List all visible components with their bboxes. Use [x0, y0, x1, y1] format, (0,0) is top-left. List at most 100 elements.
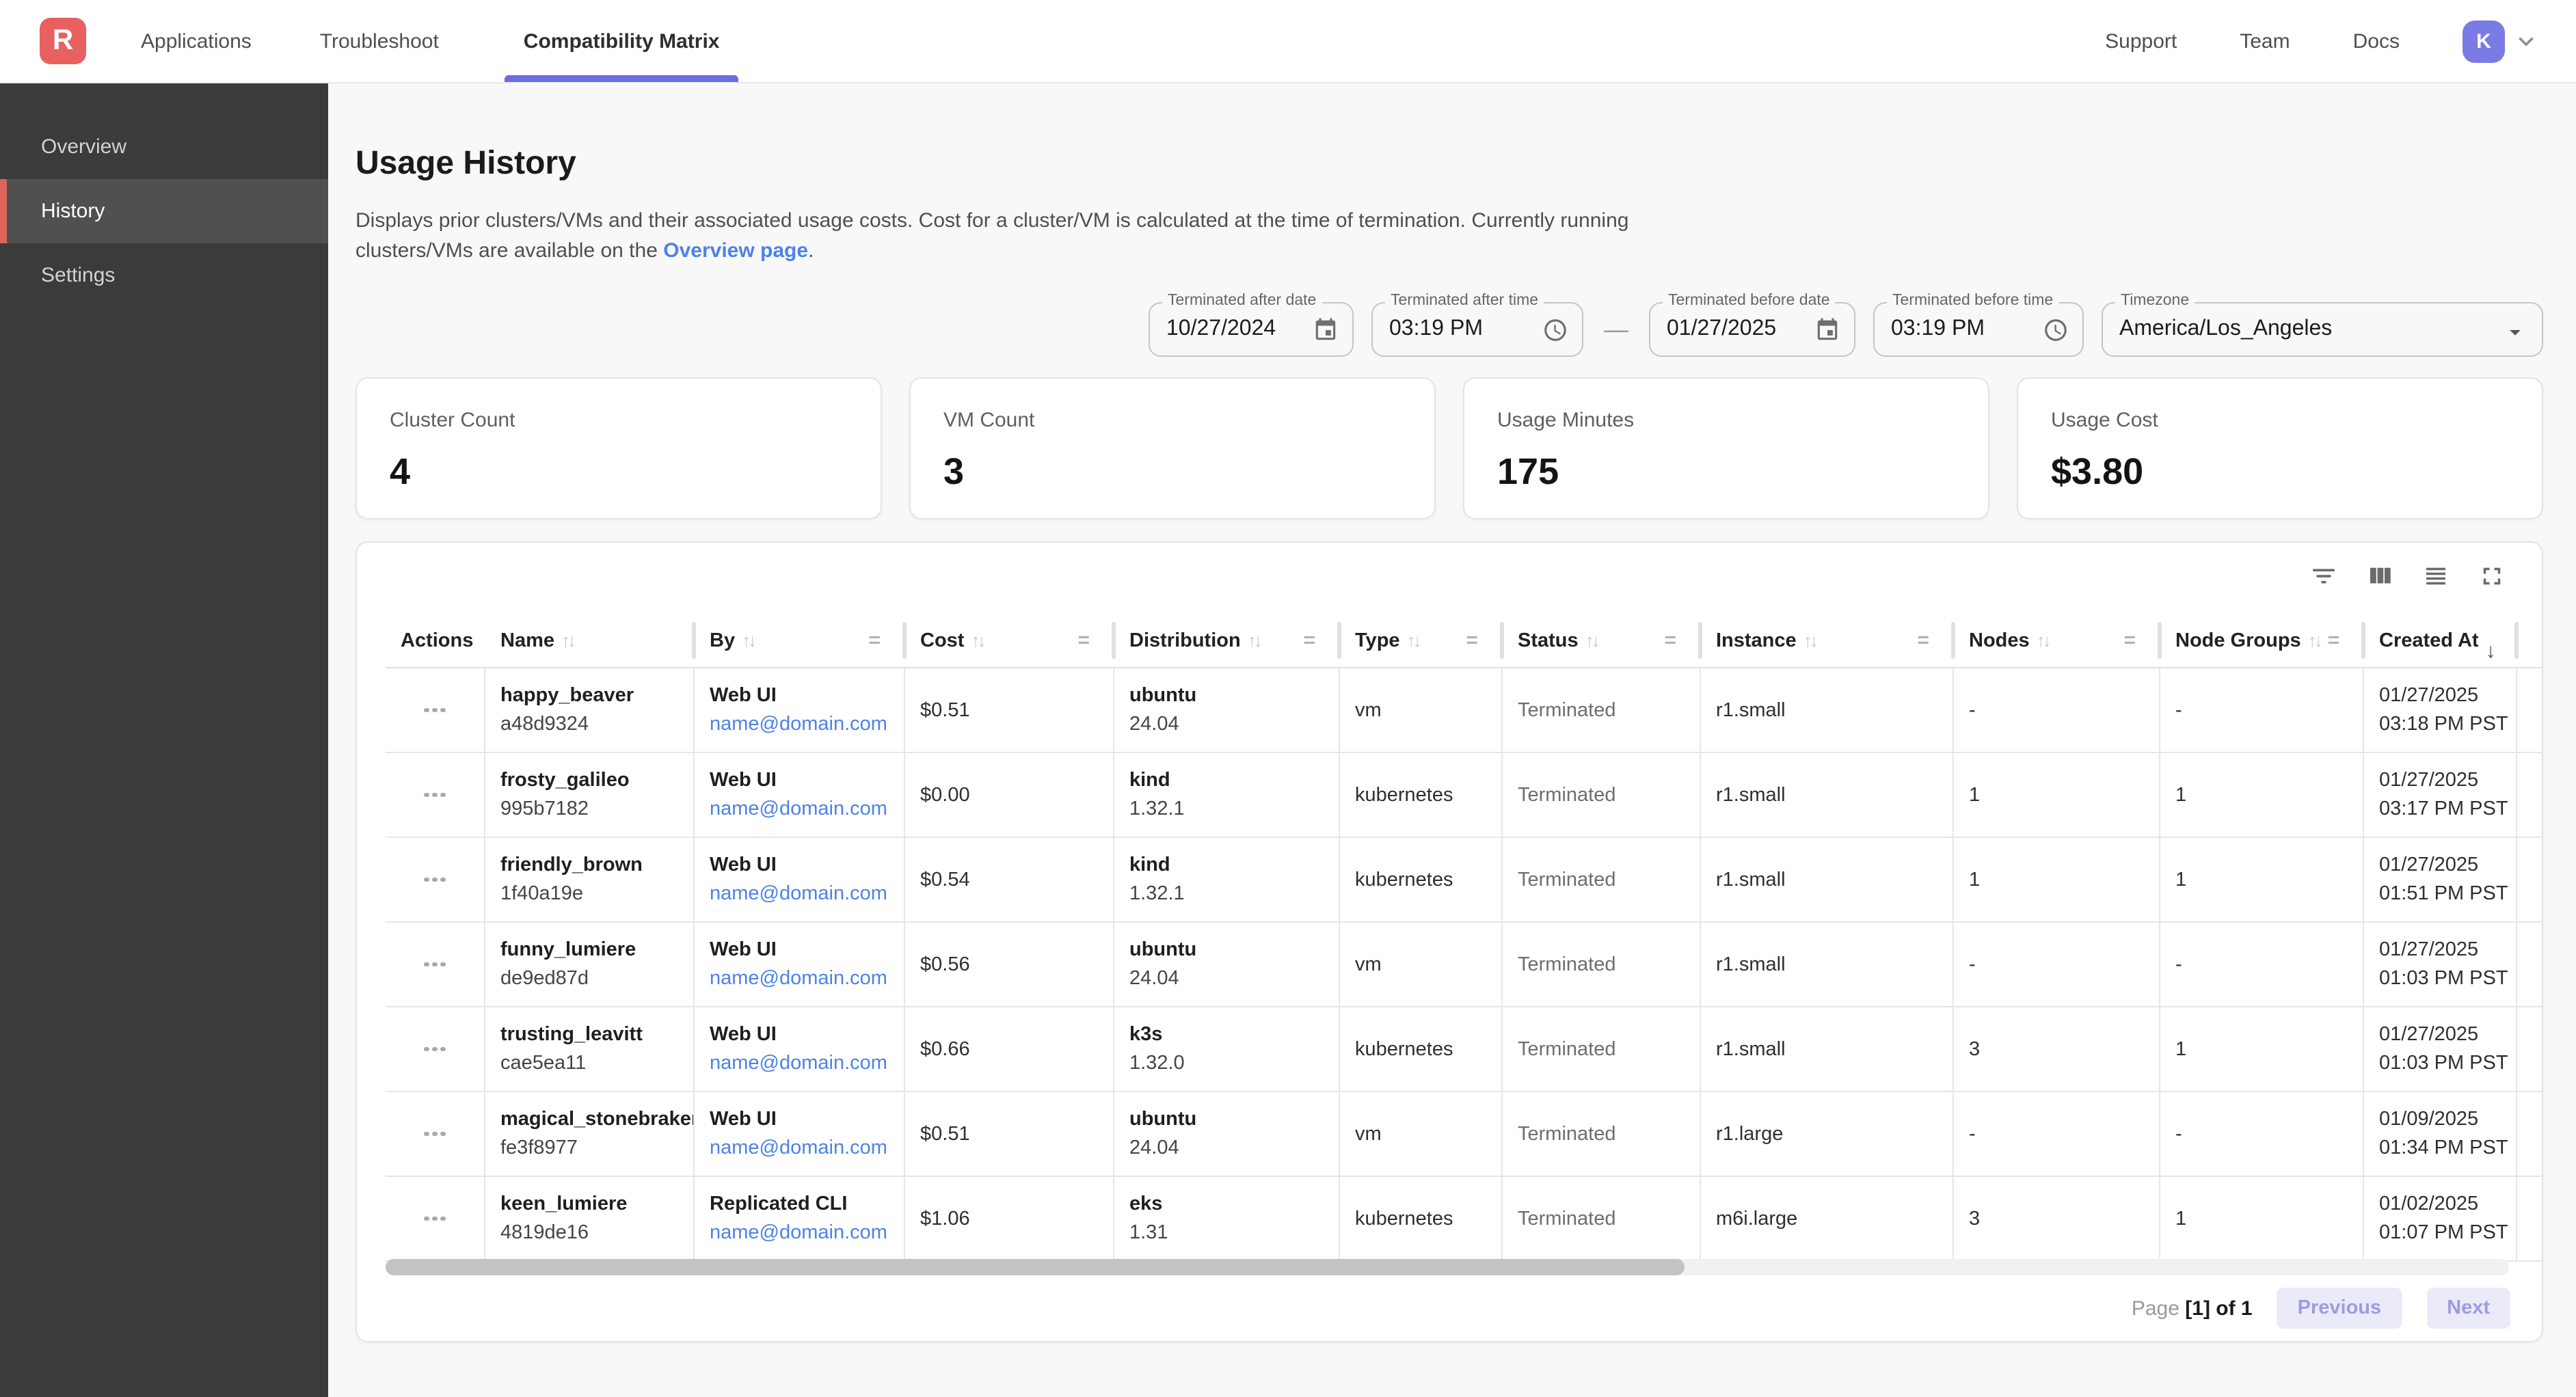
sidebar-item-settings[interactable]: Settings	[0, 243, 328, 308]
row-email-link[interactable]: name@domain.com	[710, 968, 896, 990]
created-by-source: Web UI	[710, 770, 896, 791]
column-label: Node Groups	[2175, 629, 2301, 651]
column-header-created-at[interactable]: Created At↓	[2364, 614, 2517, 667]
tab-applications[interactable]: Applications	[138, 0, 254, 82]
replicated-logo[interactable]: R	[40, 18, 86, 64]
row-actions-button[interactable]	[416, 785, 454, 806]
column-header-nodes[interactable]: Nodes↑↓=	[1954, 614, 2160, 667]
row-actions-button[interactable]	[416, 869, 454, 891]
nav-link-docs[interactable]: Docs	[2353, 29, 2400, 53]
filter-terminated-after-date[interactable]: Terminated after date10/27/2024	[1149, 302, 1354, 357]
cell-cost: $1.06	[905, 1177, 1114, 1260]
calendar-icon	[1814, 316, 1840, 342]
column-menu-icon[interactable]: =	[2327, 629, 2339, 652]
type-value: kubernetes	[1355, 1208, 1493, 1230]
row-actions-button[interactable]	[416, 1124, 454, 1145]
cell-distribution: eks1.31	[1114, 1177, 1340, 1260]
filter-value: 03:19 PM	[1389, 317, 1483, 342]
horizontal-scrollbar-thumb[interactable]	[386, 1259, 1685, 1275]
cell-cost: $0.66	[905, 1007, 1114, 1091]
row-email-link[interactable]: name@domain.com	[710, 883, 896, 905]
cluster-id: cae5ea11	[500, 1053, 685, 1074]
row-email-link[interactable]: name@domain.com	[710, 1222, 896, 1244]
column-menu-icon[interactable]: =	[1664, 629, 1676, 652]
row-email-link[interactable]: name@domain.com	[710, 798, 896, 820]
table-row: funny_lumierede9ed87dWeb UIname@domain.c…	[386, 923, 2542, 1007]
cell-node_groups: 1	[2160, 1177, 2364, 1260]
tab-compatibility-matrix[interactable]: Compatibility Matrix	[505, 0, 739, 82]
nodes-value: 1	[1969, 784, 2151, 806]
filter-terminated-after-time[interactable]: Terminated after time03:19 PM	[1371, 302, 1583, 357]
density-button[interactable]	[2420, 560, 2450, 591]
cluster-id: fe3f8977	[500, 1137, 685, 1159]
column-menu-icon[interactable]: =	[868, 629, 881, 652]
column-header-name[interactable]: Name↑↓	[485, 614, 695, 667]
overview-page-link[interactable]: Overview page	[663, 239, 808, 262]
column-header-type[interactable]: Type↑↓=	[1340, 614, 1503, 667]
filter-button[interactable]	[2308, 560, 2338, 591]
row-actions-button[interactable]	[416, 700, 454, 721]
cell-cost: $0.00	[905, 753, 1114, 837]
select-arrow-icon	[2502, 316, 2528, 342]
cluster-name: funny_lumiere	[500, 939, 685, 961]
instance-value: r1.small	[1716, 953, 1944, 975]
distribution-name: ubuntu	[1129, 1109, 1330, 1130]
column-header-distribution[interactable]: Distribution↑↓=	[1114, 614, 1340, 667]
filter-terminated-before-date[interactable]: Terminated before date01/27/2025	[1649, 302, 1855, 357]
column-menu-icon[interactable]: =	[1077, 629, 1090, 652]
distribution-version: 1.32.1	[1129, 883, 1330, 905]
created-time: 03:18 PM PST	[2379, 714, 2508, 735]
nav-right: Support Team Docs K	[2105, 20, 2538, 62]
chevron-down-icon[interactable]	[2514, 29, 2538, 53]
nav-link-team[interactable]: Team	[2240, 29, 2290, 53]
distribution-version: 24.04	[1129, 1137, 1330, 1159]
columns-icon	[2365, 561, 2393, 590]
created-date: 01/27/2025	[2379, 770, 2508, 791]
nav-link-support[interactable]: Support	[2105, 29, 2177, 53]
created-date: 01/02/2025	[2379, 1193, 2508, 1215]
column-menu-icon[interactable]: =	[1917, 629, 1929, 652]
cell-by: Web UIname@domain.com	[695, 923, 905, 1006]
cell-nodes: 3	[1954, 1007, 2160, 1091]
table-row: trusting_leavittcae5ea11Web UIname@domai…	[386, 1007, 2542, 1092]
column-header-instance[interactable]: Instance↑↓=	[1701, 614, 1954, 667]
row-email-link[interactable]: name@domain.com	[710, 1053, 896, 1074]
distribution-name: eks	[1129, 1193, 1330, 1215]
cluster-id: 4819de16	[500, 1222, 685, 1244]
column-menu-icon[interactable]: =	[1303, 629, 1315, 652]
sidebar-item-history[interactable]: History	[0, 179, 328, 243]
sidebar-item-overview[interactable]: Overview	[0, 115, 328, 179]
cell-nodes: -	[1954, 668, 2160, 752]
row-actions-button[interactable]	[416, 1039, 454, 1060]
clock-icon	[1542, 316, 1568, 342]
next-button[interactable]: Next	[2426, 1288, 2510, 1329]
row-actions-button[interactable]	[416, 954, 454, 975]
previous-button[interactable]: Previous	[2277, 1288, 2402, 1329]
row-email-link[interactable]: name@domain.com	[710, 714, 896, 735]
column-header-cost[interactable]: Cost↑↓=	[905, 614, 1114, 667]
column-header-status[interactable]: Status↑↓=	[1503, 614, 1701, 667]
stat-label: Cluster Count	[390, 409, 848, 432]
fullscreen-button[interactable]	[2476, 560, 2506, 591]
filter-timezone[interactable]: TimezoneAmerica/Los_Angeles	[2102, 302, 2543, 357]
column-menu-icon[interactable]: =	[2123, 629, 2136, 652]
cell-nodes: -	[1954, 923, 2160, 1006]
filter-terminated-before-time[interactable]: Terminated before time03:19 PM	[1873, 302, 2084, 357]
created-by-source: Web UI	[710, 685, 896, 707]
user-avatar[interactable]: K	[2463, 20, 2505, 62]
column-menu-icon[interactable]: =	[1466, 629, 1478, 652]
column-header-by[interactable]: By↑↓=	[695, 614, 905, 667]
horizontal-scrollbar-track[interactable]	[386, 1259, 2509, 1275]
density-icon	[2421, 561, 2450, 590]
distribution-name: ubuntu	[1129, 685, 1330, 707]
tab-troubleshoot[interactable]: Troubleshoot	[317, 0, 442, 82]
cell-nodes: 1	[1954, 753, 2160, 837]
distribution-name: kind	[1129, 854, 1330, 876]
pagination: Page [1] of 1 Previous Next	[2132, 1288, 2510, 1329]
columns-button[interactable]	[2364, 560, 2394, 591]
row-email-link[interactable]: name@domain.com	[710, 1137, 896, 1159]
row-actions-button[interactable]	[416, 1208, 454, 1230]
cell-name: happy_beavera48d9324	[485, 668, 695, 752]
column-header-node-groups[interactable]: Node Groups↑↓=	[2160, 614, 2364, 667]
column-separator[interactable]	[2514, 622, 2519, 659]
